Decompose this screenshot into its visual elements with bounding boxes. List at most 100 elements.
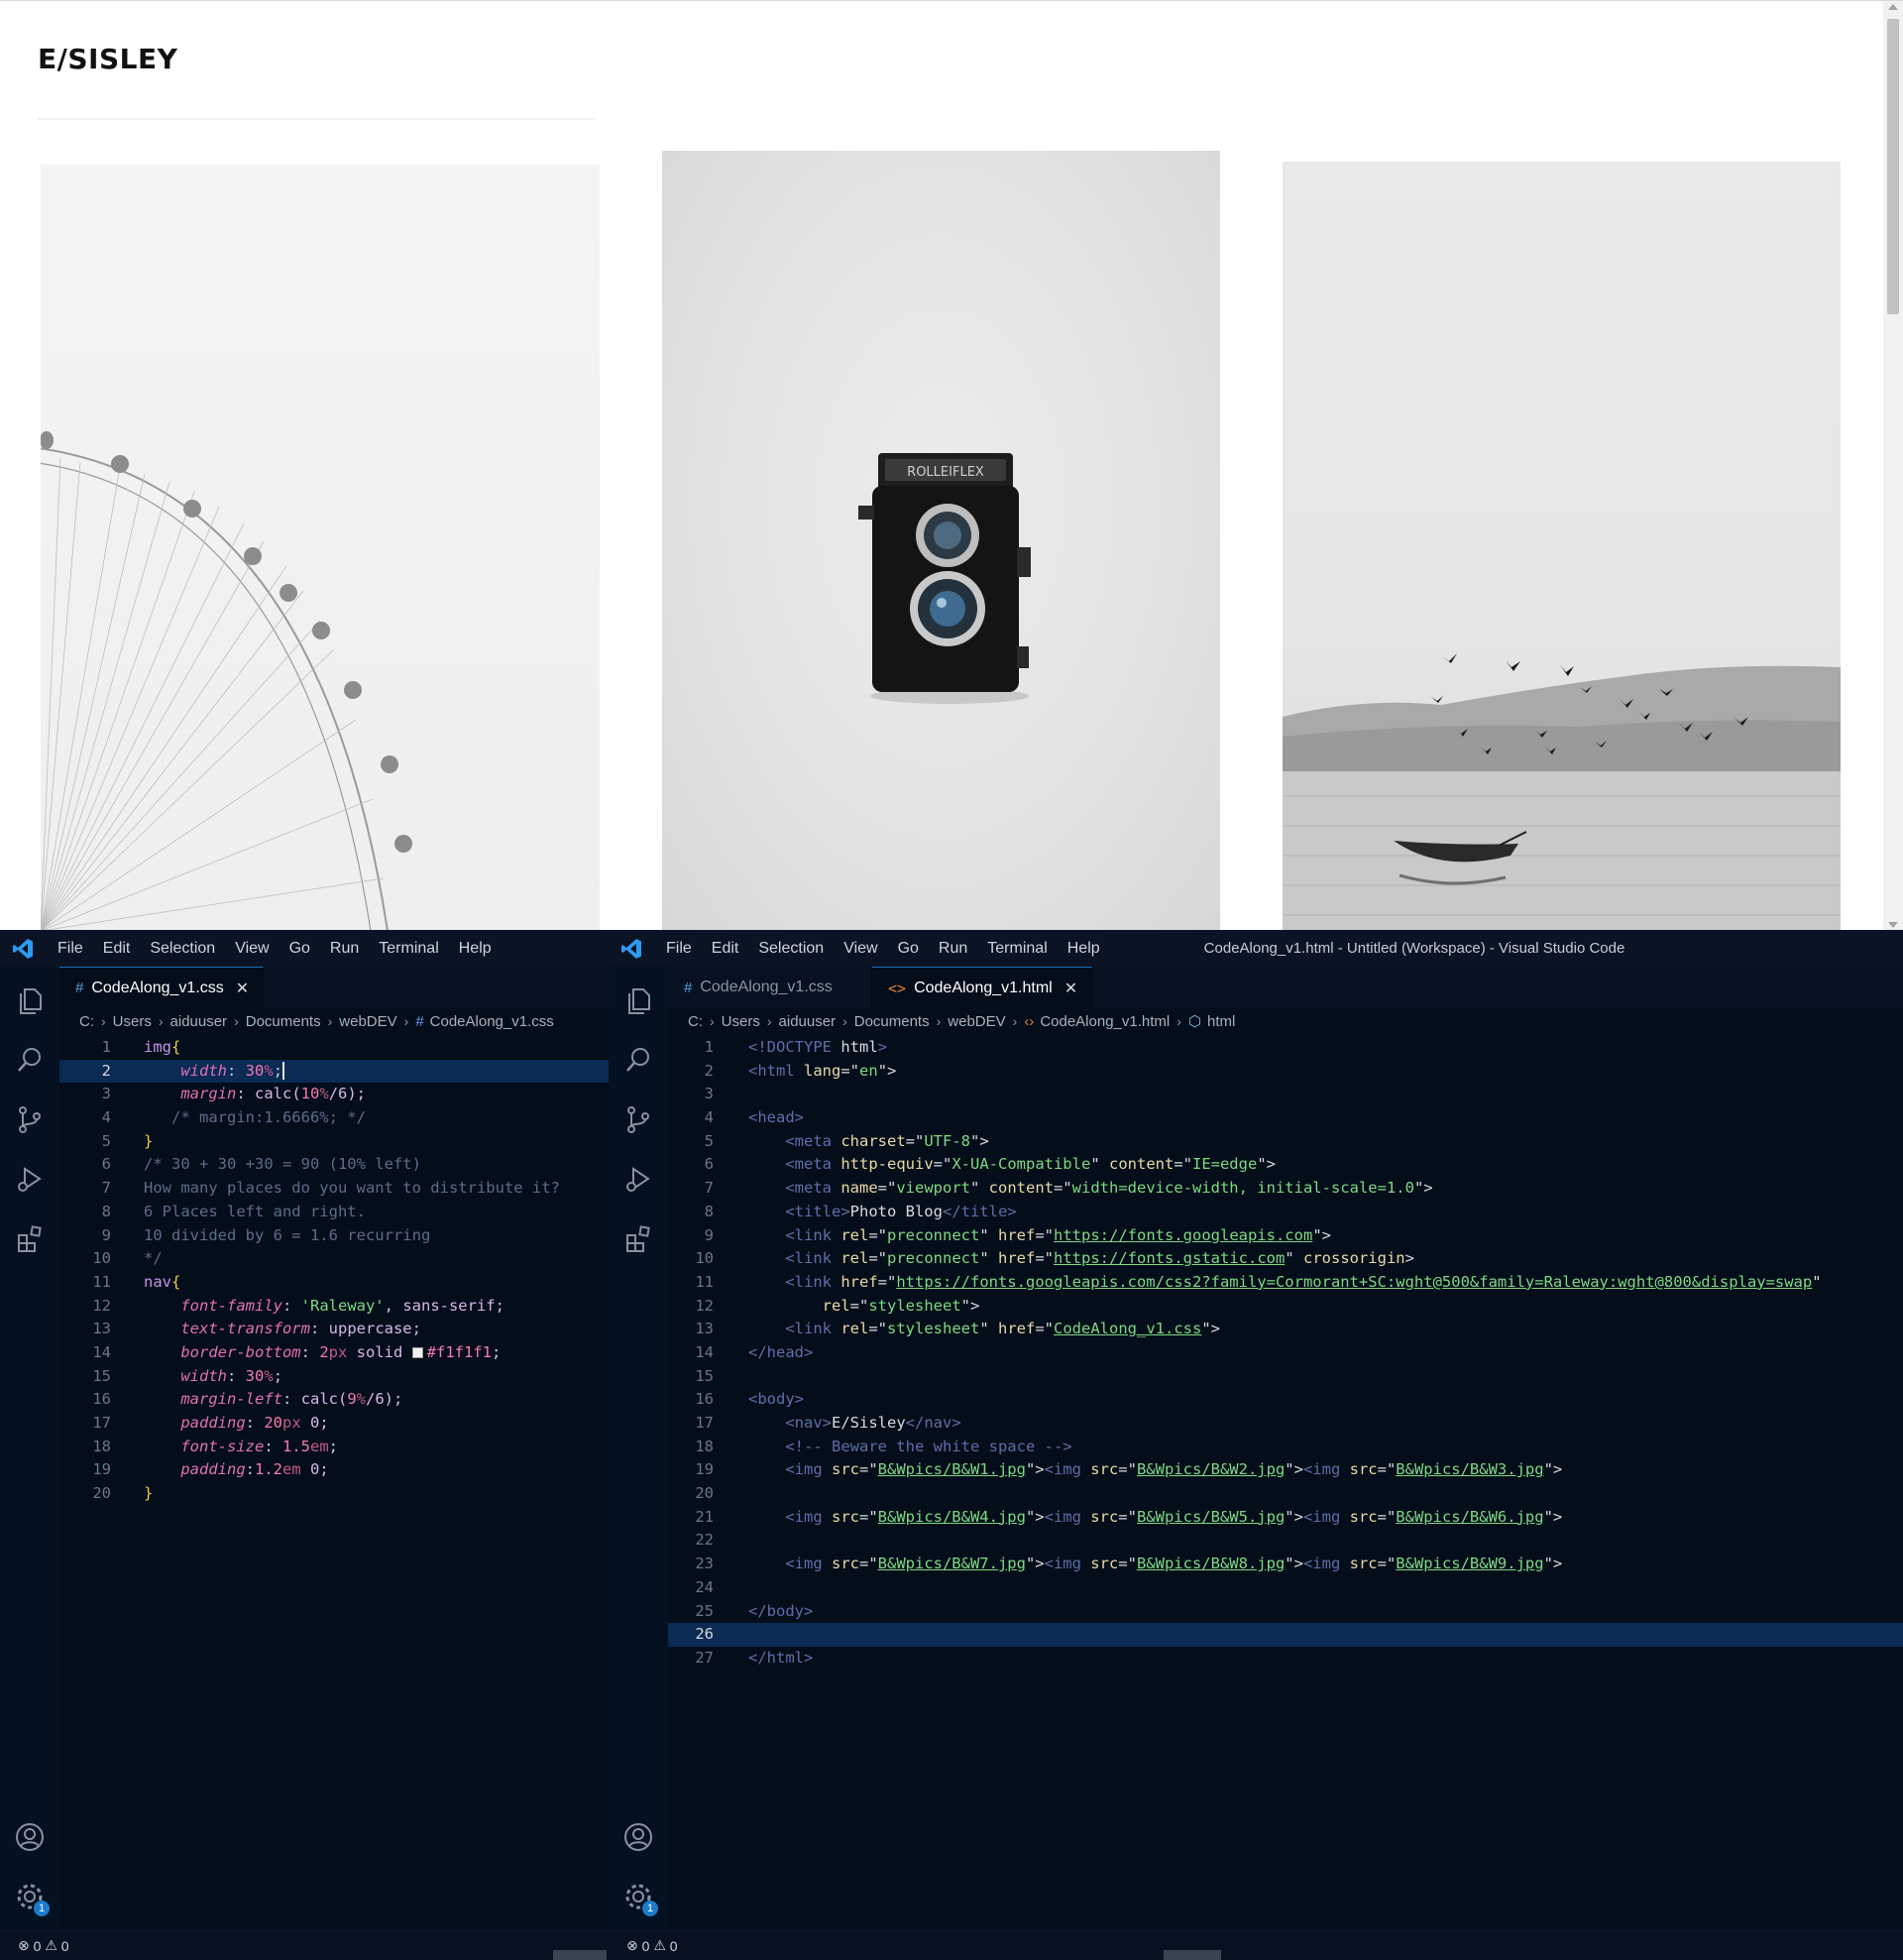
- code-line[interactable]: 15 width: 30%;: [59, 1365, 609, 1389]
- menu-go[interactable]: Go: [280, 930, 320, 967]
- warning-icon[interactable]: ⚠: [45, 1937, 57, 1954]
- breadcrumb-item[interactable]: C:: [79, 1013, 94, 1030]
- code-line[interactable]: 1 <!DOCTYPE html>: [668, 1036, 1903, 1060]
- breadcrumb-item[interactable]: Users: [722, 1013, 760, 1030]
- menu-go[interactable]: Go: [888, 930, 929, 967]
- breadcrumb-item[interactable]: Users: [113, 1013, 152, 1030]
- menu-view[interactable]: View: [834, 930, 887, 967]
- code-line[interactable]: 13 text-transform: uppercase;: [59, 1318, 609, 1341]
- breadcrumb-item[interactable]: aiduuser: [170, 1013, 228, 1030]
- code-line[interactable]: 17 padding: 20px 0;: [59, 1412, 609, 1436]
- menu-help[interactable]: Help: [449, 930, 502, 967]
- code-line[interactable]: 7 How many places do you want to distribu…: [59, 1177, 609, 1201]
- run-debug-icon[interactable]: [622, 1163, 654, 1195]
- code-line[interactable]: 14 border-bottom: 2px solid #f1f1f1;: [59, 1341, 609, 1365]
- warning-count[interactable]: 0: [670, 1938, 678, 1954]
- menu-selection[interactable]: Selection: [748, 930, 834, 967]
- breadcrumb-item[interactable]: CodeAlong_v1.css: [430, 1013, 554, 1030]
- scroll-up-arrow-icon[interactable]: [1888, 4, 1898, 10]
- extensions-icon[interactable]: [622, 1222, 654, 1254]
- code-line[interactable]: 11 <link href="https://fonts.googleapis.…: [668, 1271, 1903, 1295]
- code-line[interactable]: 26: [668, 1623, 1903, 1647]
- code-line[interactable]: 7 <meta name="viewport" content="width=d…: [668, 1177, 1903, 1201]
- code-line[interactable]: 21 <img src="B&Wpics/B&W4.jpg"><img src=…: [668, 1506, 1903, 1530]
- code-line[interactable]: 18 font-size: 1.5em;: [59, 1436, 609, 1459]
- close-tab-icon[interactable]: ✕: [1064, 979, 1077, 998]
- page-scrollbar[interactable]: [1883, 1, 1903, 930]
- menu-edit[interactable]: Edit: [93, 930, 141, 967]
- search-icon[interactable]: [622, 1044, 654, 1076]
- error-icon[interactable]: ⊗: [18, 1937, 30, 1954]
- account-icon[interactable]: [622, 1821, 654, 1853]
- code-line[interactable]: 4 <head>: [668, 1106, 1903, 1130]
- tab-codealong-html[interactable]: <> CodeAlong_v1.html ✕: [872, 967, 1093, 1008]
- error-icon[interactable]: ⊗: [626, 1937, 638, 1954]
- code-line[interactable]: 25 </body>: [668, 1600, 1903, 1624]
- code-line[interactable]: 14 </head>: [668, 1341, 1903, 1365]
- site-nav-title[interactable]: E/SISLEY: [38, 43, 596, 120]
- code-line[interactable]: 8 6 Places left and right.: [59, 1201, 609, 1224]
- code-line[interactable]: 6 /* 30 + 30 +30 = 90 (10% left): [59, 1153, 609, 1177]
- source-control-icon[interactable]: [14, 1103, 46, 1135]
- manage-gear-icon[interactable]: 1: [14, 1881, 50, 1916]
- vscode-logo-icon[interactable]: [620, 938, 642, 960]
- code-line[interactable]: 20: [668, 1482, 1903, 1506]
- menu-file[interactable]: File: [48, 930, 93, 967]
- run-debug-icon[interactable]: [14, 1163, 46, 1195]
- code-line[interactable]: 9 10 divided by 6 = 1.6 recurring: [59, 1224, 609, 1248]
- search-icon[interactable]: [14, 1044, 46, 1076]
- tab-codealong-css[interactable]: # CodeAlong_v1.css: [668, 967, 872, 1008]
- breadcrumb-item[interactable]: C:: [688, 1013, 703, 1030]
- code-line[interactable]: 12 rel="stylesheet">: [668, 1295, 1903, 1319]
- breadcrumb-item[interactable]: webDEV: [339, 1013, 396, 1030]
- code-line[interactable]: 20}: [59, 1482, 609, 1506]
- vscode-logo-icon[interactable]: [12, 938, 34, 960]
- breadcrumb-item[interactable]: webDEV: [948, 1013, 1005, 1030]
- breadcrumb-item[interactable]: aiduuser: [779, 1013, 837, 1030]
- breadcrumb-item[interactable]: html: [1207, 1013, 1235, 1030]
- code-line[interactable]: 5 <meta charset="UTF-8">: [668, 1130, 1903, 1154]
- code-line[interactable]: 8 <title>Photo Blog</title>: [668, 1201, 1903, 1224]
- breadcrumb-item[interactable]: Documents: [854, 1013, 930, 1030]
- code-line[interactable]: 4 /* margin:1.6666%; */: [59, 1106, 609, 1130]
- code-line[interactable]: 15: [668, 1365, 1903, 1389]
- explorer-icon[interactable]: [622, 984, 654, 1016]
- code-editor-html[interactable]: 1 <!DOCTYPE html> 2 <html lang="en"> 3 4 <head…: [668, 1036, 1903, 1930]
- source-control-icon[interactable]: [622, 1103, 654, 1135]
- code-line[interactable]: 22: [668, 1529, 1903, 1553]
- breadcrumb-item[interactable]: CodeAlong_v1.html: [1040, 1013, 1170, 1030]
- extensions-icon[interactable]: [14, 1222, 46, 1254]
- menu-terminal[interactable]: Terminal: [977, 930, 1057, 967]
- menu-file[interactable]: File: [656, 930, 702, 967]
- menu-help[interactable]: Help: [1058, 930, 1110, 967]
- code-line[interactable]: 19 <img src="B&Wpics/B&W1.jpg"><img src=…: [668, 1458, 1903, 1482]
- warning-icon[interactable]: ⚠: [653, 1937, 666, 1954]
- menu-run[interactable]: Run: [929, 930, 977, 967]
- warning-count[interactable]: 0: [61, 1938, 69, 1954]
- code-line[interactable]: 6 <meta http-equiv="X-UA-Compatible" con…: [668, 1153, 1903, 1177]
- code-line[interactable]: 10 */: [59, 1247, 609, 1271]
- close-tab-icon[interactable]: ✕: [236, 979, 249, 998]
- menu-run[interactable]: Run: [320, 930, 369, 967]
- code-line[interactable]: 2 <html lang="en">: [668, 1060, 1903, 1084]
- code-line[interactable]: 2 width: 30%;: [59, 1059, 609, 1084]
- code-line[interactable]: 10 <link rel="preconnect" href="https://…: [668, 1247, 1903, 1271]
- color-swatch-icon[interactable]: [411, 1346, 423, 1358]
- error-count[interactable]: 0: [642, 1938, 650, 1954]
- explorer-icon[interactable]: [14, 984, 46, 1016]
- code-line[interactable]: 13 <link rel="stylesheet" href="CodeAlon…: [668, 1318, 1903, 1341]
- code-line[interactable]: 18 <!-- Beware the white space -->: [668, 1436, 1903, 1459]
- code-line[interactable]: 16 margin-left: calc(9%/6);: [59, 1388, 609, 1412]
- horizontal-scrollbar-thumb[interactable]: [553, 1950, 607, 1960]
- code-line[interactable]: 23 <img src="B&Wpics/B&W7.jpg"><img src=…: [668, 1553, 1903, 1576]
- code-line[interactable]: 27 </html>: [668, 1647, 1903, 1671]
- breadcrumb-item[interactable]: Documents: [246, 1013, 321, 1030]
- code-line[interactable]: 16 <body>: [668, 1388, 1903, 1412]
- code-line[interactable]: 12 font-family: 'Raleway', sans-serif;: [59, 1295, 609, 1319]
- code-line[interactable]: 11 nav{: [59, 1271, 609, 1295]
- tab-codealong-css[interactable]: # CodeAlong_v1.css ✕: [59, 967, 265, 1008]
- code-editor-css[interactable]: 1 img{2 width: 30%; 3 margin: calc(10%/6);…: [59, 1036, 609, 1930]
- horizontal-scrollbar-thumb[interactable]: [1164, 1950, 1221, 1960]
- menu-edit[interactable]: Edit: [702, 930, 749, 967]
- scroll-down-arrow-icon[interactable]: [1888, 922, 1898, 928]
